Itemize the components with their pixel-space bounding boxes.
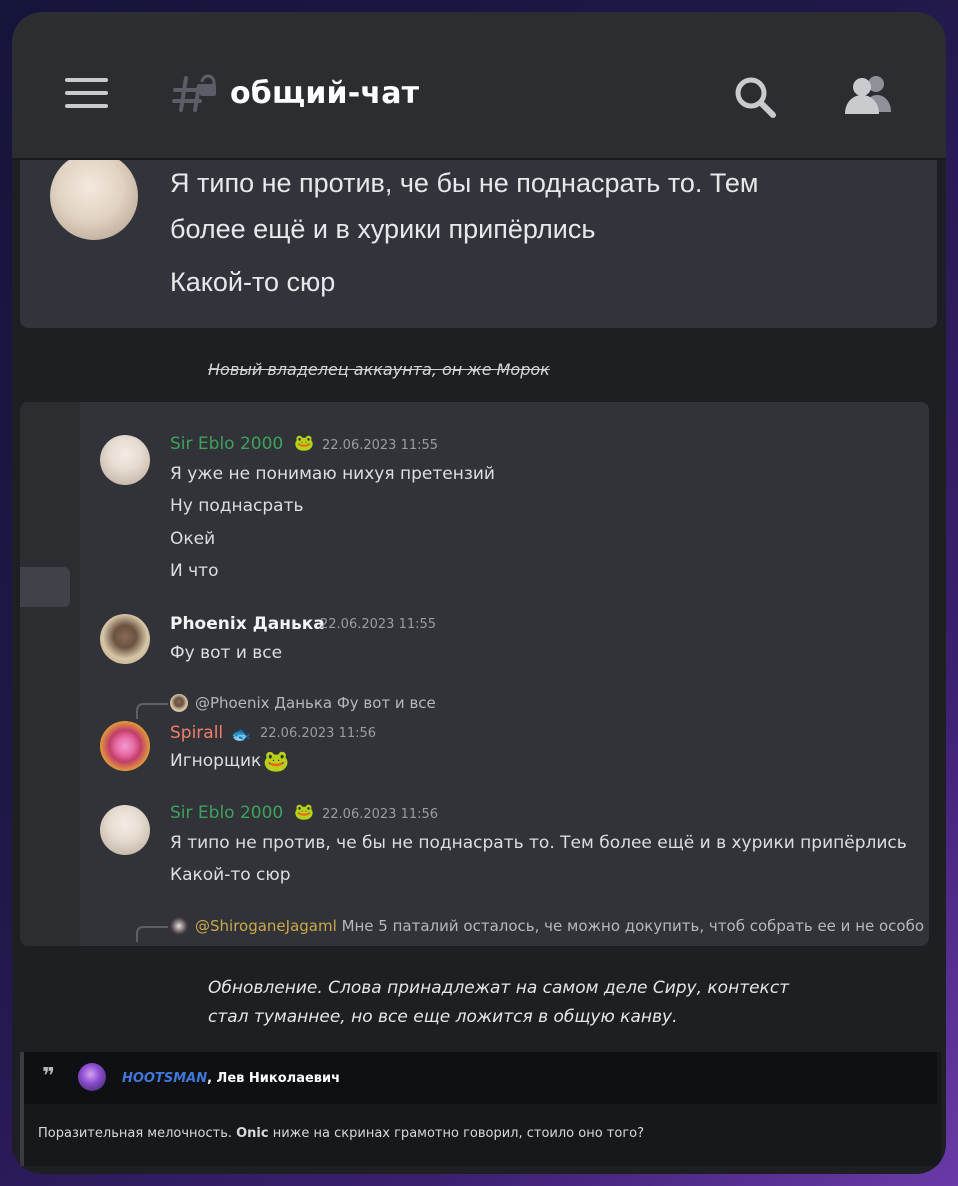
quote-body: Поразительная мелочность. Onic ниже на с…: [38, 1126, 644, 1141]
update-caption-line: стал туманнее, но все еще ложится в общу…: [208, 1007, 678, 1027]
screenshot-panel: общий-чат Я типо не против, че бы не под…: [12, 12, 946, 1174]
message-line: Фу вот и все: [170, 643, 283, 663]
message-timestamp: 22.06.2023 11:56: [322, 807, 439, 822]
reply-avatar: [170, 694, 188, 712]
reply-snippet: Мне 5 паталий осталось, че можно докупит…: [341, 917, 929, 935]
chat-screenshot: Sir Eblo 2000 🐸 22.06.2023 11:55 Я уже н…: [20, 402, 929, 946]
avatar[interactable]: [100, 435, 150, 485]
avatar[interactable]: [100, 721, 150, 771]
message-author[interactable]: Sir Eblo 2000: [170, 803, 283, 823]
reply-preview[interactable]: @ShiroganeJagaml Мне 5 паталий осталось,…: [195, 917, 929, 935]
reply-mention[interactable]: @ShiroganeJagaml: [195, 917, 337, 935]
message-timestamp: 22.06.2023 11:55: [320, 617, 437, 632]
message-line: Я типо не против, че бы не поднасрать то…: [170, 833, 907, 853]
frog-emoji-icon: 🐸: [263, 749, 290, 773]
gutter-highlight: [20, 567, 70, 607]
message-line: Окей: [170, 529, 216, 549]
message-line: Я уже не понимаю нихуя претензий: [170, 464, 495, 484]
reply-connector: [136, 703, 168, 719]
frog-emoji-icon: 🐸: [294, 433, 314, 452]
avatar[interactable]: [100, 614, 150, 664]
frog-emoji-icon: 🐸: [294, 802, 314, 821]
channel-title: общий-чат: [230, 76, 420, 111]
strikethrough-caption: Новый владелец аккаунта, он же Морок: [208, 360, 550, 379]
avatar: [50, 152, 138, 240]
message-line: Какой-то сюр: [170, 865, 291, 885]
channel-header: общий-чат: [12, 12, 946, 158]
message-line: более ещё и в хурики припёрлись: [170, 214, 596, 244]
quote-mark-icon: ❞: [42, 1064, 55, 1089]
members-icon[interactable]: [842, 72, 894, 118]
message-author[interactable]: Spirall: [170, 723, 223, 743]
avatar: [78, 1063, 106, 1091]
reply-avatar: [170, 917, 188, 935]
message-author[interactable]: Sir Eblo 2000: [170, 434, 283, 454]
quote-text: Поразительная мелочность.: [38, 1126, 237, 1141]
fish-emoji-icon: 🐟: [231, 725, 251, 744]
quote-author-name: , Лев Николаевич: [207, 1071, 341, 1086]
quote-brand: HOOTSMAN: [122, 1071, 208, 1086]
update-caption-line: Обновление. Слова принадлежат на самом д…: [208, 978, 790, 998]
message-line: Ну поднасрать: [170, 496, 304, 516]
message-timestamp: 22.06.2023 11:55: [322, 438, 439, 453]
message-author[interactable]: Phoenix Данька: [170, 614, 325, 634]
message-line: Игнорщик: [170, 751, 262, 771]
avatar[interactable]: [100, 805, 150, 855]
message-line: Я типо не против, че бы не поднасрать то…: [170, 168, 759, 198]
message-line: Какой-то сюр: [170, 267, 336, 297]
quote-bold-name: Onic: [236, 1126, 269, 1141]
menu-icon[interactable]: [65, 78, 108, 108]
chat-gutter: [20, 402, 80, 946]
message-line: И что: [170, 561, 219, 581]
reply-preview[interactable]: @Phoenix Данька Фу вот и все: [195, 694, 436, 712]
quote-text: ниже на скринах грамотно говорил, стоило…: [268, 1126, 645, 1141]
quote-header: ❞ HOOTSMAN, Лев Николаевич: [24, 1052, 937, 1104]
quote-author: HOOTSMAN, Лев Николаевич: [122, 1071, 340, 1086]
reply-connector: [136, 926, 168, 942]
message-timestamp: 22.06.2023 11:56: [260, 726, 377, 741]
search-icon[interactable]: [732, 74, 778, 120]
locked-hash-icon: [172, 74, 216, 112]
quote-card: ❞ HOOTSMAN, Лев Николаевич Поразительная…: [20, 1052, 941, 1166]
